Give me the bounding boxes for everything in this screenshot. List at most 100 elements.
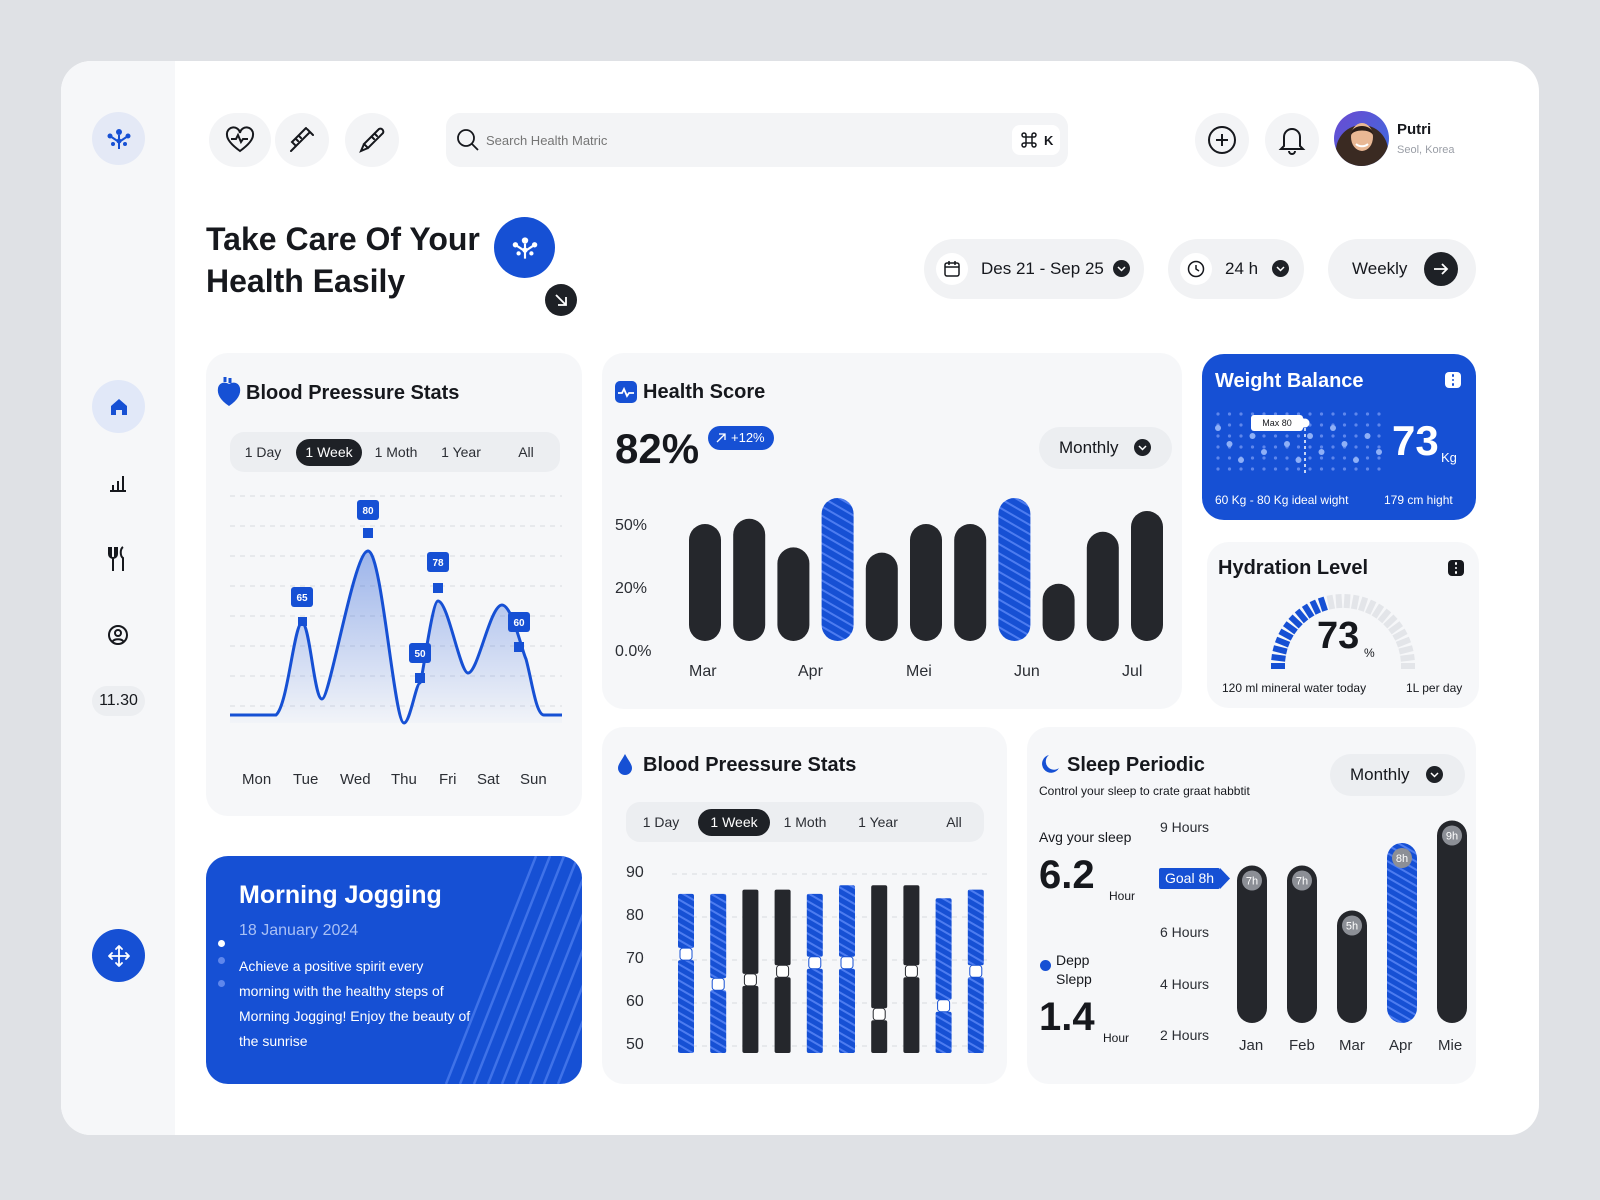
duration-filter[interactable]: 24 h — [1168, 239, 1304, 299]
add-button[interactable] — [1195, 113, 1249, 167]
bp-bar-lower[interactable] — [742, 985, 759, 1053]
gauge-tick — [1326, 594, 1336, 610]
clock-icon-wrap — [1180, 253, 1212, 285]
nav-profile[interactable] — [97, 614, 139, 656]
bp-bar-lower[interactable] — [871, 1020, 888, 1053]
gauge-tick — [1398, 645, 1414, 655]
bp-bar-upper[interactable] — [967, 889, 984, 966]
carousel-dot-active[interactable] — [218, 940, 225, 947]
search-input[interactable] — [486, 127, 906, 153]
health-score-bar[interactable] — [954, 524, 987, 641]
health-score-bar[interactable] — [689, 524, 721, 641]
page-title-line1: Take Care Of Your — [206, 221, 480, 257]
avatar-photo — [1336, 123, 1388, 166]
bp-bar-upper[interactable] — [774, 889, 791, 966]
bp-line-tab[interactable]: 1 Year — [434, 439, 488, 466]
hydration-menu-button[interactable] — [1448, 560, 1464, 576]
health-score-bar[interactable] — [998, 498, 1031, 641]
syringe-icon — [290, 127, 314, 152]
weight-dot — [1342, 423, 1347, 427]
period-filter[interactable]: Weekly — [1328, 239, 1476, 299]
bp-line-tab[interactable]: All — [506, 439, 546, 466]
weight-dot — [1308, 467, 1312, 471]
bp-line-card: Blood Preessure Stats 1 Day 1 Week 1 Mot… — [206, 353, 582, 816]
nav-stats[interactable] — [97, 462, 139, 504]
weight-dot — [1354, 445, 1358, 449]
gauge-tick — [1377, 608, 1392, 624]
nav-home[interactable] — [92, 380, 145, 433]
bp-bar-lower[interactable] — [678, 960, 694, 1053]
bp-bars-card: Blood Preessure Stats 1 Day 1 Week 1 Mot… — [602, 727, 1007, 1084]
bp-line-x-label: Sun — [520, 771, 547, 788]
bp-line-tab[interactable]: 1 Day — [238, 439, 288, 466]
bp-line-tab[interactable]: 1 Moth — [368, 439, 424, 466]
bp-line-x-label: Tue — [293, 771, 319, 788]
gauge-tick — [1358, 596, 1369, 612]
weight-dot — [1377, 445, 1381, 449]
bp-bar-lower[interactable] — [710, 990, 727, 1053]
weight-dot-highlight — [1249, 433, 1256, 439]
weight-dot — [1262, 467, 1266, 471]
bp-bar-lower[interactable] — [903, 977, 920, 1053]
logo-button[interactable] — [92, 112, 145, 165]
carousel-dot[interactable] — [218, 980, 225, 987]
bp-bar-upper[interactable] — [871, 885, 888, 1009]
bp-line-data-label: 50 — [414, 649, 426, 660]
move-button[interactable] — [92, 929, 145, 982]
sleep-bar[interactable] — [1437, 820, 1467, 1024]
health-score-bar[interactable] — [1131, 511, 1163, 641]
bp-bar-lower[interactable] — [839, 968, 855, 1053]
weight-dot — [1308, 445, 1312, 449]
health-score-bar[interactable] — [777, 547, 810, 641]
weight-dot — [1285, 456, 1289, 460]
health-score-bar[interactable] — [1042, 583, 1075, 641]
bp-bar-upper[interactable] — [903, 885, 920, 966]
syringe-button[interactable] — [275, 113, 329, 167]
weight-dot — [1342, 456, 1347, 460]
bp-line-tab-active[interactable]: 1 Week — [296, 439, 362, 466]
jogging-line: morning with the healthy steps of — [239, 983, 444, 999]
bp-line-title: Blood Preessure Stats — [246, 382, 460, 404]
heart-rate-button[interactable] — [209, 113, 271, 167]
weight-dot — [1262, 456, 1266, 460]
sleep-bar[interactable] — [1387, 843, 1417, 1023]
bp-bar-lower[interactable] — [967, 977, 984, 1053]
weight-dot-chart: Max 80 — [1215, 412, 1382, 474]
weight-menu-button[interactable] — [1445, 372, 1461, 388]
gauge-tick — [1400, 653, 1415, 662]
thermometer-button[interactable] — [345, 113, 399, 167]
health-score-bar[interactable] — [865, 552, 898, 641]
bp-bar-upper[interactable] — [710, 893, 727, 979]
bp-bar-upper[interactable] — [742, 889, 759, 974]
health-score-card: Health Score 82% +12% Monthly 50% 20% 0.… — [602, 353, 1182, 709]
bp-bar-upper[interactable] — [935, 898, 952, 1000]
bp-line-data-label: 78 — [432, 558, 444, 569]
carousel-dot[interactable] — [218, 957, 225, 964]
bp-bar-lower[interactable] — [774, 977, 791, 1053]
health-score-bar[interactable] — [733, 518, 766, 641]
bp-bar-lower[interactable] — [806, 968, 823, 1053]
bp-bar-upper[interactable] — [678, 893, 694, 949]
health-score-bar[interactable] — [821, 498, 854, 641]
bp-bar-upper[interactable] — [839, 885, 855, 957]
jogging-title: Morning Jogging — [239, 881, 442, 909]
bp-line-data-label: 60 — [513, 618, 525, 629]
date-range-filter[interactable]: Des 21 - Sep 25 — [924, 239, 1144, 299]
weight-dot — [1296, 434, 1301, 438]
nav-nutrition[interactable] — [97, 538, 139, 580]
calendar-icon — [944, 261, 960, 277]
bp-bar-upper[interactable] — [806, 893, 823, 957]
weight-dot — [1262, 434, 1266, 438]
bp-bar-lower[interactable] — [935, 1011, 952, 1053]
health-score-bar[interactable] — [1086, 531, 1119, 641]
avatar[interactable] — [1334, 111, 1389, 166]
weight-dot — [1250, 456, 1255, 460]
health-score-bar[interactable] — [910, 524, 942, 641]
arrow-down-right-icon — [555, 294, 567, 306]
notifications-button[interactable] — [1265, 113, 1319, 167]
hero-arrow-button[interactable] — [545, 284, 577, 316]
morning-jogging-card[interactable]: Morning Jogging 18 January 2024 Achieve … — [206, 856, 582, 1084]
search-bar[interactable]: K — [446, 113, 1068, 167]
weight-dot — [1331, 445, 1335, 449]
weight-dot — [1377, 467, 1381, 471]
